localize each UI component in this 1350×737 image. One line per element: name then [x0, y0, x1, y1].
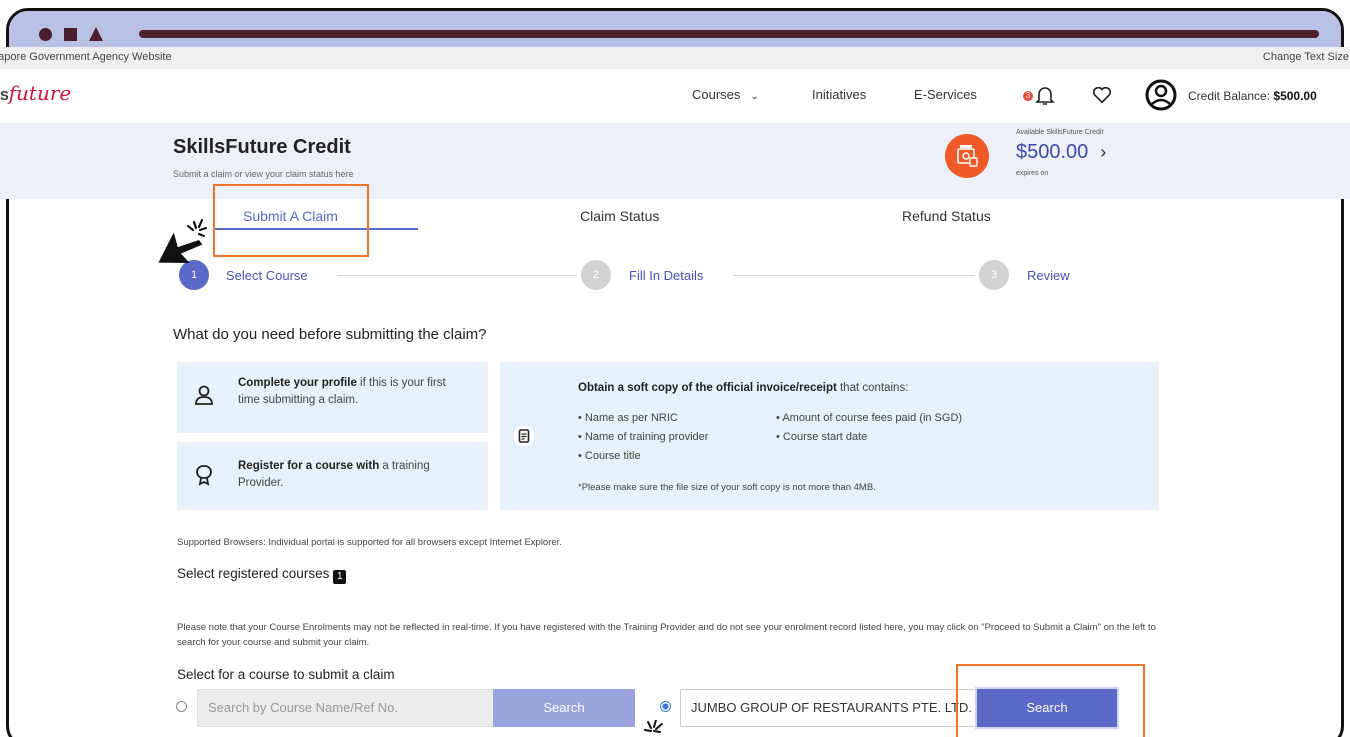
nav-initiatives[interactable]: Initiatives [812, 87, 866, 102]
file-size-note: *Please make sure the file size of your … [578, 482, 876, 493]
select-course-heading: Select for a course to submit a claim [177, 667, 395, 682]
credit-balance: Credit Balance: $500.00 [1188, 89, 1317, 103]
tab-claim-status[interactable]: Claim Status [580, 208, 659, 224]
invoice-list-2: • Amount of course fees paid (in SGD) • … [776, 409, 962, 447]
avatar-icon[interactable] [1145, 79, 1177, 111]
list-item: • Name as per NRIC [578, 412, 678, 424]
course-search-input[interactable]: Search by Course Name/Ref No. [197, 689, 494, 727]
step-2-circle: 2 [581, 260, 611, 290]
credit-header: SkillsFuture Credit Submit a claim or vi… [0, 123, 1350, 199]
heart-icon[interactable] [1091, 84, 1113, 106]
expires-label: expires on [1016, 170, 1049, 177]
step-1-label: Select Course [226, 268, 308, 283]
page-title: SkillsFuture Credit [173, 136, 351, 158]
click-burst-icon [644, 720, 663, 733]
step-3-label: Review [1027, 268, 1070, 283]
profile-text: Complete your profile if this is your fi… [238, 377, 446, 406]
tab-refund-status[interactable]: Refund Status [902, 208, 991, 224]
list-item: • Course title [578, 450, 641, 462]
triangle-icon [89, 27, 103, 41]
skillsfuture-logo[interactable]: LSfuture [0, 81, 71, 105]
document-icon [514, 426, 534, 446]
provider-select[interactable]: JUMBO GROUP OF RESTAURANTS PTE. LTD. [680, 689, 977, 727]
step-3-circle: 3 [979, 260, 1009, 290]
invoice-card: Obtain a soft copy of the official invoi… [500, 362, 1159, 510]
register-card: Register for a course with a training Pr… [177, 442, 488, 510]
nav-e-services[interactable]: E-Services [914, 87, 977, 102]
square-icon [64, 28, 77, 41]
address-bar[interactable] [139, 30, 1319, 38]
credit-wallet-icon [945, 134, 989, 178]
bell-icon[interactable] [1033, 83, 1057, 107]
step-connector [733, 275, 975, 276]
top-nav: LSfuture Courses⌄ Initiatives E-Services… [0, 69, 1350, 123]
profile-card: Complete your profile if this is your fi… [177, 362, 488, 433]
step-2-label: Fill In Details [629, 268, 704, 283]
nav-courses[interactable]: Courses ⌄ [692, 87, 759, 102]
change-text-size[interactable]: Change Text Size: [1263, 51, 1350, 63]
enrolment-notice: Please note that your Course Enrolments … [177, 622, 1156, 648]
list-item: • Amount of course fees paid (in SGD) [776, 412, 963, 424]
page-subtitle: Submit a claim or view your claim status… [173, 169, 354, 179]
gov-banner: gapore Government Agency Website Change … [0, 47, 1350, 69]
supported-browsers: Supported Browsers: Individual portal is… [177, 537, 562, 548]
award-icon [196, 465, 212, 486]
notification-badge: 3 [1023, 91, 1033, 101]
circle-icon [39, 28, 52, 41]
chevron-down-icon: ⌄ [750, 91, 759, 102]
search-radio[interactable] [176, 701, 187, 712]
step-connector [337, 275, 577, 276]
available-credit-label: Available SkillsFuture Credit [1016, 129, 1104, 136]
count-badge: 1 [333, 570, 347, 584]
highlight-box [956, 664, 1145, 737]
list-item: • Name of training provider [578, 431, 709, 443]
provider-radio[interactable] [660, 701, 671, 712]
chevron-right-icon: › [1100, 142, 1107, 162]
registered-courses-heading: Select registered courses 1 [177, 566, 347, 584]
pointer-cursor-icon [158, 218, 208, 263]
credit-amount[interactable]: $500.00 › [1016, 141, 1106, 164]
list-item: • Course start date [776, 431, 868, 443]
requirements-heading: What do you need before submitting the c… [173, 326, 487, 343]
search-button[interactable]: Search [493, 689, 635, 727]
invoice-text: Obtain a soft copy of the official invoi… [578, 382, 909, 394]
user-icon [195, 385, 213, 405]
invoice-list-1: • Name as per NRIC • Name of training pr… [578, 409, 708, 466]
highlight-box [213, 184, 369, 257]
register-text: Register for a course with a training Pr… [238, 460, 430, 489]
gov-banner-text: gapore Government Agency Website [0, 51, 172, 63]
